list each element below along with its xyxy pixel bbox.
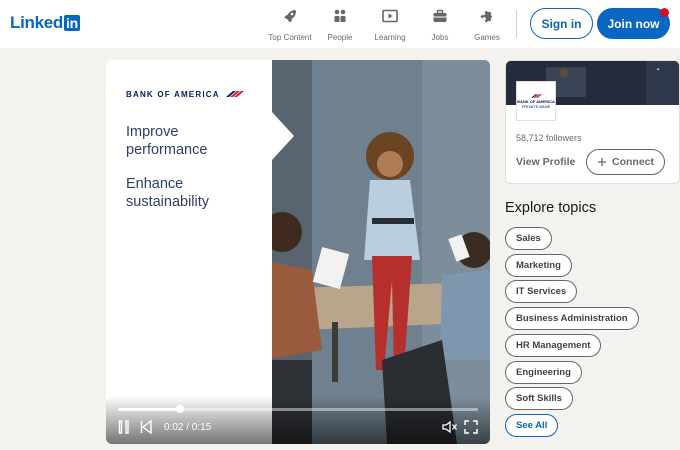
pause-button[interactable]	[118, 420, 130, 434]
logo-subcaption: PRIVATE BANK	[521, 104, 551, 109]
nav-games[interactable]: Games	[462, 8, 512, 42]
view-profile-link[interactable]: View Profile	[516, 156, 575, 168]
linkedin-logo[interactable]: Linked in	[10, 13, 80, 33]
video-ad-player[interactable]: BANK OF AMERICA Improve performance Enha…	[106, 60, 490, 444]
video-progress-bar[interactable]	[118, 405, 478, 413]
nav-learning[interactable]: Learning	[362, 8, 418, 42]
play-video-icon	[382, 9, 398, 23]
sign-in-button[interactable]: Sign in	[530, 8, 593, 39]
logo-text: Linked	[10, 13, 63, 32]
connect-button[interactable]: Connect	[586, 149, 665, 175]
topic-pill-hr-management[interactable]: HR Management	[505, 334, 602, 357]
brand-name: BANK OF AMERICA	[126, 89, 220, 99]
svg-text:✦: ✦	[656, 67, 660, 73]
progress-fill	[118, 408, 180, 411]
progress-scrubber[interactable]	[175, 405, 184, 413]
briefcase-icon	[433, 9, 447, 22]
fullscreen-button[interactable]	[464, 420, 478, 434]
people-icon	[334, 9, 346, 22]
follower-count: 58,712 followers	[516, 133, 582, 143]
topic-pill-marketing[interactable]: Marketing	[505, 254, 572, 277]
notification-dot	[660, 8, 669, 17]
nav-people[interactable]: People	[318, 8, 362, 42]
pause-icon	[118, 420, 129, 434]
explore-topics-heading: Explore topics	[505, 200, 597, 216]
nav-label: Learning	[374, 33, 406, 42]
ad-text-panel: BANK OF AMERICA Improve performance Enha…	[106, 60, 272, 444]
company-card: ✦ BANK OF AMERICA PRIVATE BANK 58,712 fo…	[505, 60, 680, 184]
rocket-icon	[284, 10, 296, 23]
video-time: 0:02 / 0:15	[164, 421, 212, 433]
nav-label: People	[327, 33, 353, 42]
topic-pill-sales[interactable]: Sales	[505, 227, 552, 250]
mute-icon	[442, 420, 458, 434]
plus-icon	[598, 158, 606, 166]
main-nav: Top Content People Learning Jobs Games	[262, 8, 512, 42]
mute-button[interactable]	[442, 420, 458, 434]
nav-label: Top Content	[268, 33, 312, 42]
logo-in-box: in	[64, 15, 80, 31]
ad-panel-notch	[272, 112, 294, 160]
nav-jobs[interactable]: Jobs	[418, 8, 462, 42]
flag-logo-icon	[225, 91, 244, 97]
company-logo[interactable]: BANK OF AMERICA PRIVATE BANK	[516, 81, 556, 121]
top-navigation-bar: Linked in Top Content People Learning Job…	[0, 0, 680, 48]
brand-logo: BANK OF AMERICA	[126, 89, 244, 99]
puzzle-icon	[480, 10, 493, 23]
see-all-topics-button[interactable]: See All	[505, 414, 559, 437]
meeting-scene-illustration	[272, 60, 490, 444]
replay-icon	[140, 420, 152, 434]
ad-headline-2: Enhance sustainability	[126, 176, 210, 210]
replay-button[interactable]	[140, 420, 152, 434]
fullscreen-icon	[464, 420, 478, 434]
nav-label: Games	[474, 33, 500, 42]
topic-pill-business-administration[interactable]: Business Administration	[505, 307, 639, 330]
connect-label: Connect	[612, 156, 654, 168]
nav-divider	[516, 10, 517, 38]
topic-pill-soft-skills[interactable]: Soft Skills	[505, 387, 573, 410]
meeting-photo	[272, 60, 490, 444]
nav-top-content[interactable]: Top Content	[262, 8, 318, 42]
nav-label: Jobs	[431, 33, 449, 42]
ad-headline-1: Improve performance	[126, 124, 208, 158]
topic-pill-engineering[interactable]: Engineering	[505, 361, 582, 384]
topic-pill-it-services[interactable]: IT Services	[505, 280, 578, 303]
